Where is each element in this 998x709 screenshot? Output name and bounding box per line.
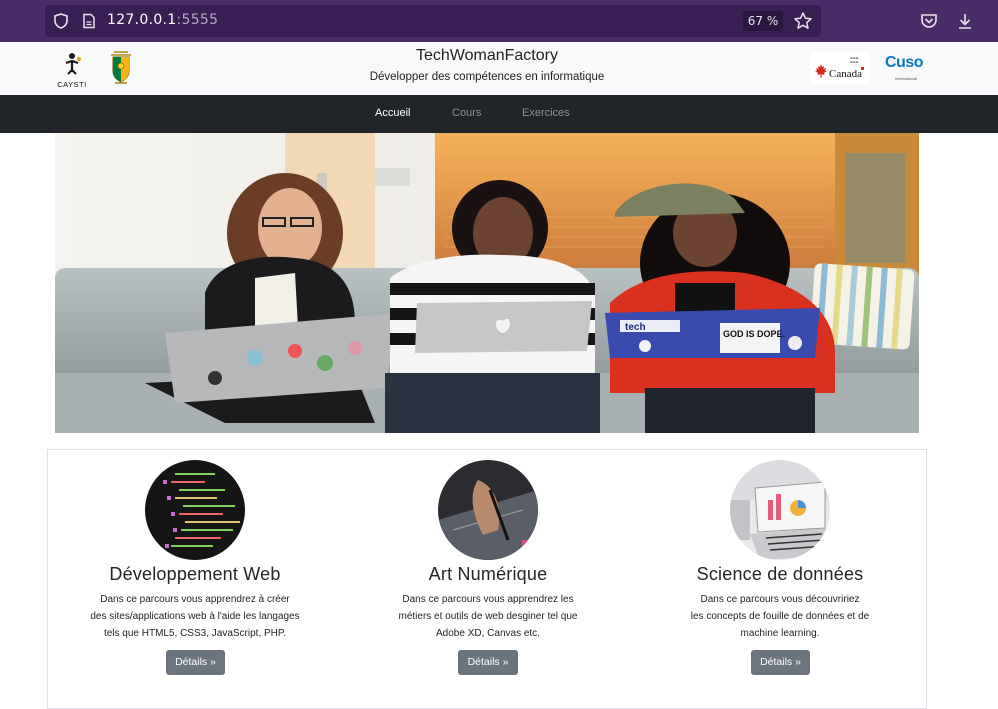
card-description-line: machine learning. xyxy=(740,628,820,639)
code-screen-icon xyxy=(145,460,245,560)
url-text[interactable]: 127.0.0.1:5555 xyxy=(107,12,218,28)
cuso-logo[interactable]: Cuso International xyxy=(884,52,924,84)
canada-logo[interactable]: ▬▬▬ ▬▬▬ Canada xyxy=(810,52,870,84)
details-button-data[interactable]: Détails » xyxy=(751,650,810,675)
hero-photo-women-laptops: tech GOD IS DOPE. xyxy=(55,133,919,433)
card-description: Dans ce parcours vous apprendrez les mét… xyxy=(358,591,618,642)
card-description-line: des sites/applications web à l'aide les … xyxy=(90,611,300,622)
card-description-line: Adobe XD, Canvas etc. xyxy=(436,628,540,639)
details-button-art[interactable]: Détails » xyxy=(458,650,518,675)
card-image-code xyxy=(145,460,245,560)
canada-logo-fineprint: ▬▬▬ ▬▬▬ xyxy=(850,56,859,64)
address-bar[interactable]: 127.0.0.1:5555 67 % xyxy=(45,5,821,37)
card-description-line: les concepts de fouille de données et de xyxy=(690,611,870,622)
courses-cards-section: Développement Web Dans ce parcours vous … xyxy=(47,449,927,709)
laptop-sticker-god-is-dope: GOD IS DOPE. xyxy=(723,329,785,339)
data-charts-laptop-icon xyxy=(730,460,830,560)
card-description-line: Dans ce parcours vous apprendrez les xyxy=(402,594,574,605)
card-description: Dans ce parcours vous découvririez les c… xyxy=(650,591,910,642)
browser-toolbar: 127.0.0.1:5555 67 % xyxy=(0,0,998,42)
maple-leaf-icon xyxy=(815,64,827,78)
download-icon[interactable] xyxy=(956,12,974,30)
card-image-tablet-drawing xyxy=(438,460,538,560)
details-button-web[interactable]: Détails » xyxy=(166,650,225,675)
pocket-icon[interactable] xyxy=(920,12,938,30)
card-description-line: tels que HTML5, CSS3, JavaScript, PHP. xyxy=(103,628,287,639)
card-description: Dans ce parcours vous apprendrez à créer… xyxy=(65,591,325,642)
canada-flag-dot xyxy=(861,67,864,70)
card-description-line: Dans ce parcours vous découvririez xyxy=(700,594,860,605)
nav-item-exercices[interactable]: Exercices xyxy=(522,107,570,119)
canada-wordmark: Canada xyxy=(829,68,862,80)
main-navbar: Accueil Cours Exercices xyxy=(0,95,998,133)
bookmark-star-icon[interactable] xyxy=(793,11,813,31)
hero-image: tech GOD IS DOPE. xyxy=(55,133,919,433)
card-description-line: métiers et outils de web desginer tel qu… xyxy=(398,611,578,622)
cuso-wordmark: Cuso xyxy=(885,54,924,71)
cuso-subtext: International xyxy=(895,76,918,81)
nav-item-accueil[interactable]: Accueil xyxy=(375,107,410,119)
card-title: Art Numérique xyxy=(428,564,548,584)
card-description-line: Dans ce parcours vous apprendrez à créer xyxy=(100,594,290,605)
card-image-data-laptop xyxy=(730,460,830,560)
tablet-stylus-icon xyxy=(438,460,538,560)
laptop-sticker-tech: tech xyxy=(625,322,646,333)
card-title: Développement Web xyxy=(109,564,281,584)
nav-item-cours[interactable]: Cours xyxy=(452,107,481,119)
card-title: Science de données xyxy=(696,564,864,584)
shield-icon[interactable] xyxy=(53,13,69,29)
zoom-level-badge[interactable]: 67 % xyxy=(743,11,783,31)
page-icon[interactable] xyxy=(81,13,97,29)
site-header: CAYSTI TechWomanFactory Développer des c… xyxy=(0,42,998,95)
